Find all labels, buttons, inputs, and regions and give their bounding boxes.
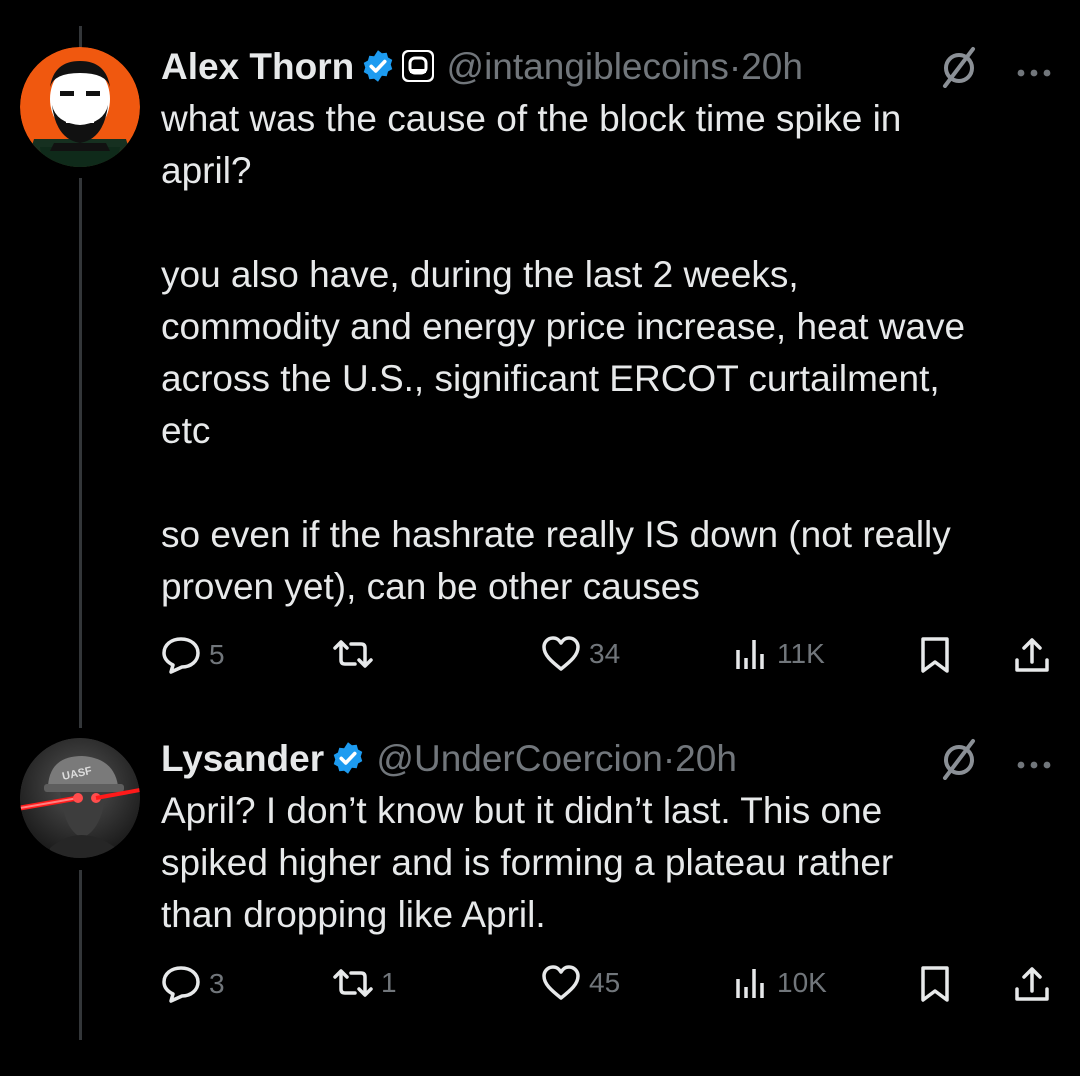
author-handle[interactable]: @UnderCoercion [376, 738, 662, 779]
repost-button[interactable] [333, 636, 381, 672]
tweet-text: April? I don’t know but it didn’t last. … [161, 785, 1050, 941]
more-options-icon[interactable] [1016, 48, 1052, 94]
tweet-line: april? [161, 150, 252, 191]
reply-count: 3 [209, 968, 225, 999]
share-icon [1015, 638, 1049, 672]
separator-dot: · [728, 46, 742, 87]
reply-button[interactable]: 5 [161, 636, 225, 674]
tweet-line: across the U.S., significant ERCOT curta… [161, 358, 940, 399]
view-count: 10K [777, 967, 827, 998]
grok-slash-icon[interactable] [940, 736, 980, 791]
author-name[interactable]: Alex Thorn [161, 46, 354, 87]
views-icon [736, 969, 764, 998]
tweet-line: April? I don’t know but it didn’t last. … [161, 790, 883, 831]
share-button[interactable] [1013, 636, 1051, 674]
verified-badge-icon [330, 740, 366, 787]
views-icon [736, 640, 764, 669]
action-bar: 5 34 11K [161, 636, 1051, 676]
tweet-line: you also have, during the last 2 weeks, [161, 254, 799, 295]
heart-icon [542, 636, 580, 671]
repost-button[interactable]: 1 [333, 965, 397, 1001]
action-bar: 3 1 45 10K [161, 965, 1051, 1005]
grok-slash-icon[interactable] [940, 44, 980, 99]
tweet-text: what was the cause of the block time spi… [161, 93, 1050, 613]
tweet-line: proven yet), can be other causes [161, 566, 700, 607]
repost-icon [333, 640, 373, 668]
like-button[interactable]: 45 [541, 965, 620, 1001]
verified-badge-icon [360, 48, 396, 95]
tweet-line: spiked higher and is forming a plateau r… [161, 842, 894, 883]
author-name[interactable]: Lysander [161, 738, 324, 779]
share-icon [1015, 967, 1049, 1001]
like-button[interactable]: 34 [541, 636, 620, 672]
reply-count: 5 [209, 639, 225, 670]
tweet-line: etc [161, 410, 211, 451]
like-count: 45 [589, 967, 621, 998]
thread-line-bottom [79, 870, 82, 1040]
view-count: 11K [777, 638, 825, 669]
like-count: 34 [589, 638, 621, 669]
reply-button[interactable]: 3 [161, 965, 225, 1003]
tweet-header: Alex Thorn @intangiblecoins·20h [161, 44, 1051, 90]
reply-icon [162, 637, 200, 674]
views-button[interactable]: 10K [733, 965, 827, 1001]
affiliate-badge-icon [400, 48, 436, 95]
avatar[interactable] [20, 47, 140, 167]
thread-line-top [79, 26, 82, 48]
avatar[interactable]: UASF [20, 738, 140, 858]
tweet-header: Lysander @UnderCoercion·20h [161, 736, 1051, 782]
heart-icon [542, 965, 580, 1000]
tweet-line: commodity and energy price increase, hea… [161, 306, 966, 347]
bookmark-icon [921, 637, 949, 673]
timestamp[interactable]: 20h [741, 46, 803, 87]
share-button[interactable] [1013, 965, 1051, 1003]
tweet-line: so even if the hashrate really IS down (… [161, 514, 951, 555]
author-handle[interactable]: @intangiblecoins [447, 46, 729, 87]
bookmark-icon [921, 966, 949, 1002]
reply-icon [162, 966, 200, 1003]
timestamp[interactable]: 20h [675, 738, 737, 779]
tweet-line: what was the cause of the block time spi… [161, 98, 902, 139]
more-options-icon[interactable] [1016, 740, 1052, 786]
repost-icon [333, 969, 373, 997]
thread-line-middle [79, 178, 82, 728]
views-button[interactable]: 11K [733, 636, 825, 672]
repost-count: 1 [381, 967, 397, 998]
bookmark-button[interactable] [919, 636, 951, 674]
bookmark-button[interactable] [919, 965, 951, 1003]
tweet-line: than dropping like April. [161, 894, 546, 935]
separator-dot: · [662, 738, 676, 779]
